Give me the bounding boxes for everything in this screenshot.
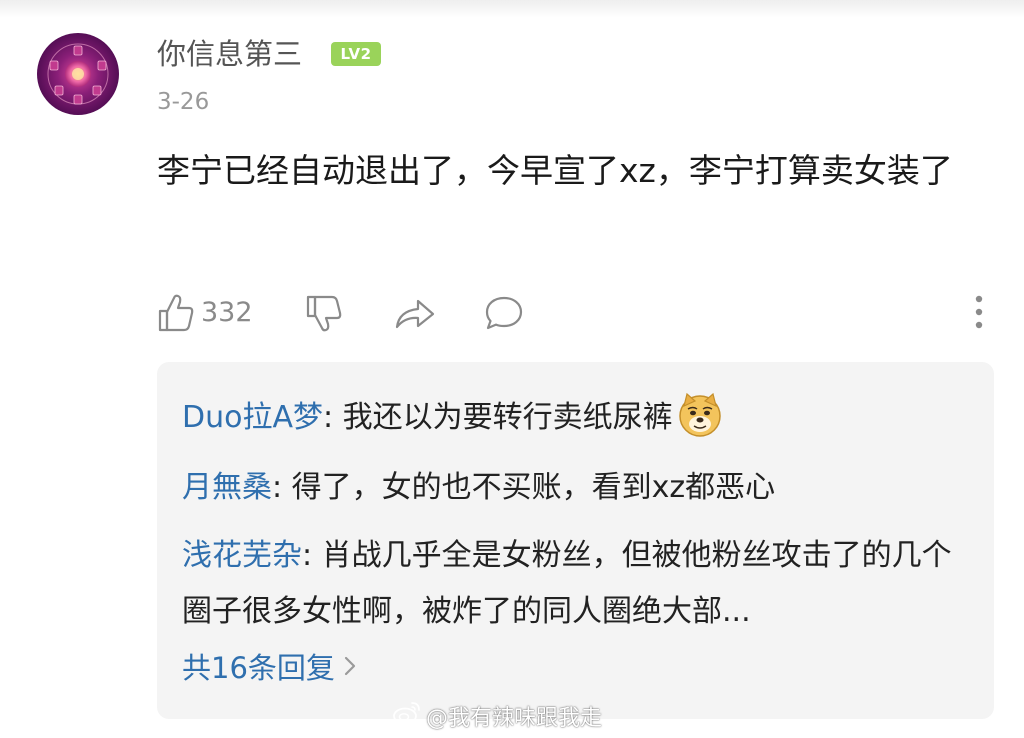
avatar[interactable] <box>37 33 119 115</box>
reply-item[interactable]: 浅花芜杂: 肖战几乎全是女粉丝，但被他粉丝攻击了的几个圈子很多女性啊，被炸了的同… <box>182 528 972 640</box>
share-icon <box>394 293 436 333</box>
doge-emoji-icon <box>677 392 723 438</box>
reply-separator: : <box>302 538 322 573</box>
thumbs-down-icon <box>304 293 344 333</box>
comment-date: 3-26 <box>157 89 210 115</box>
reply-author[interactable]: 浅花芜杂 <box>182 538 302 573</box>
comment-icon <box>483 293 525 333</box>
more-icon[interactable] <box>969 293 989 337</box>
thumbs-up-icon <box>157 293 195 333</box>
top-shadow <box>0 0 1024 18</box>
level-badge: LV2 <box>331 42 381 66</box>
action-bar: 332 <box>157 291 997 335</box>
reply-author[interactable]: 月無桑 <box>182 470 272 505</box>
reply-text: 得了，女的也不买账，看到xz都恶心 <box>291 470 776 505</box>
share-button[interactable] <box>394 291 436 335</box>
like-count: 332 <box>201 297 253 328</box>
watermark: @我有辣味跟我走 <box>392 700 602 732</box>
comment-text: 李宁已经自动退出了，今早宣了xz，李宁打算卖女装了 <box>157 151 953 190</box>
reply-separator: : <box>272 470 292 505</box>
reply-item[interactable]: Duo拉A梦: 我还以为要转行卖纸尿裤 <box>182 390 972 446</box>
view-all-replies-link[interactable]: 共16条回复 <box>182 646 357 690</box>
weibo-logo-icon <box>392 700 426 732</box>
dislike-button[interactable] <box>304 291 344 335</box>
watermark-text: @我有辣味跟我走 <box>426 706 603 731</box>
avatar-image <box>37 33 119 115</box>
like-button[interactable]: 332 <box>157 291 253 335</box>
reply-text: 我还以为要转行卖纸尿裤 <box>342 400 673 435</box>
reply-separator: : <box>323 400 343 435</box>
reply-button[interactable] <box>483 291 525 335</box>
reply-author[interactable]: Duo拉A梦 <box>182 400 323 435</box>
username[interactable]: 你信息第三 <box>157 34 302 74</box>
chevron-right-icon <box>335 646 357 690</box>
reply-item[interactable]: 月無桑: 得了，女的也不买账，看到xz都恶心 <box>182 460 972 516</box>
comment-screen: 你信息第三 LV2 3-26 李宁已经自动退出了，今早宣了xz，李宁打算卖女装了… <box>0 0 1024 738</box>
replies-panel: Duo拉A梦: 我还以为要转行卖纸尿裤 月無桑: 得了，女的也不买账，看到xz都… <box>157 362 994 719</box>
more-replies-label: 共16条回复 <box>182 651 335 685</box>
